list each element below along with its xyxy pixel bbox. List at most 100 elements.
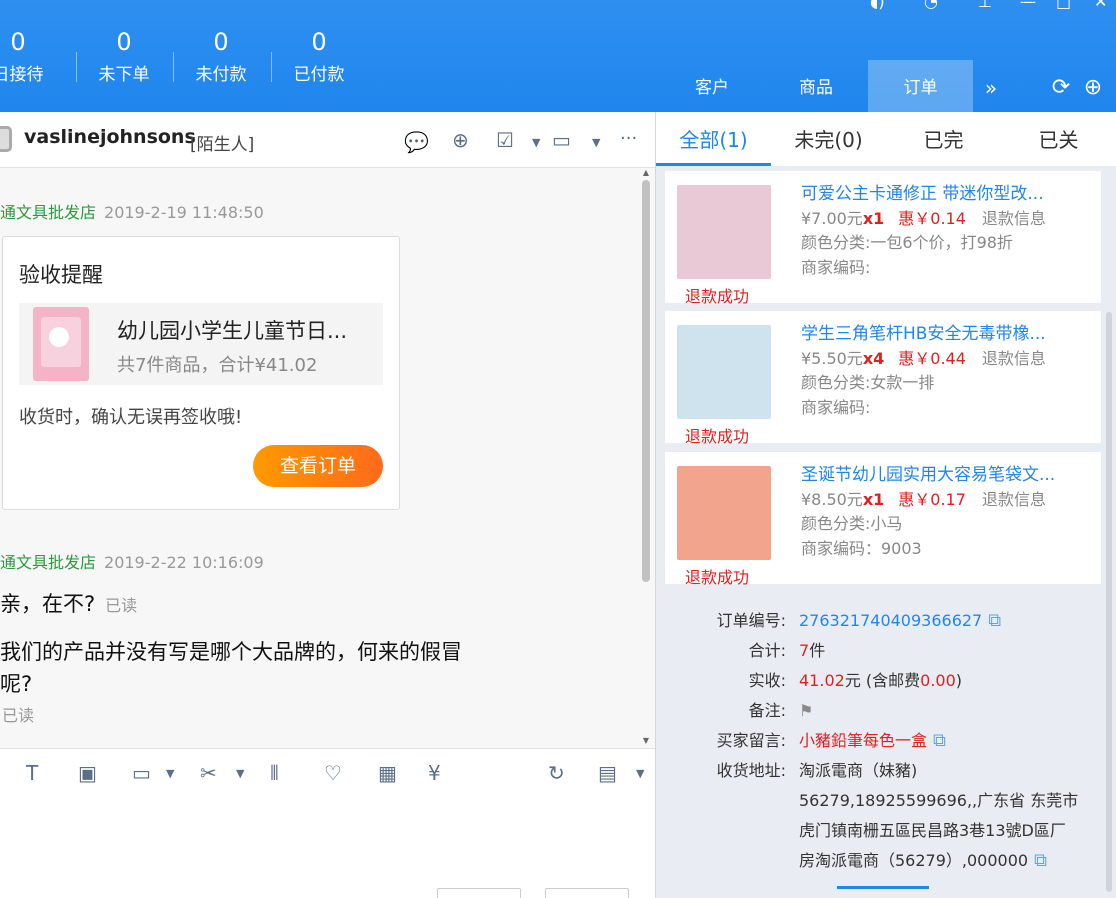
add-contact-icon[interactable]: ⊕	[452, 128, 469, 152]
minimize-icon[interactable]: —	[1020, 0, 1036, 10]
help-icon[interactable]: ◔	[924, 0, 938, 10]
buyer-message-label: 买家留言:	[716, 731, 786, 750]
discount: 惠￥0.44	[898, 349, 966, 368]
refund-status: 退款成功	[685, 427, 750, 446]
order-item[interactable]: 退款成功 可爱公主卡通修正 带迷你型改... ¥7.00元x1 惠￥0.14 退款信…	[665, 171, 1101, 306]
flag-icon[interactable]: ⚑	[799, 700, 813, 722]
quick-reply-icon[interactable]: ↻	[548, 761, 565, 785]
chevron-down-icon[interactable]: ▼	[592, 136, 600, 149]
tab-customer[interactable]: 客户	[664, 60, 760, 112]
message-content: 亲，在不?	[0, 592, 96, 616]
scroll-up-icon[interactable]: ▲	[641, 168, 651, 178]
product-name-link[interactable]: 可爱公主卡通修正 带迷你型改...	[801, 179, 1091, 204]
message-meta: 通文具批发店 2019-2-22 10:16:09	[0, 552, 264, 574]
more-icon[interactable]: ···	[620, 128, 637, 149]
chevron-down-icon[interactable]: ▼	[636, 767, 644, 780]
refund-info-link[interactable]: 退款信息	[982, 349, 1046, 368]
chevron-down-icon[interactable]: ▼	[236, 767, 244, 780]
plus-circle-icon[interactable]: ⊕	[1078, 60, 1108, 112]
stat-unpaid[interactable]: 0 未付款	[173, 28, 269, 86]
merchant-code: 商家编码:	[801, 398, 871, 417]
product-thumbnail	[677, 466, 771, 560]
shake-icon[interactable]: ⦀	[270, 761, 279, 785]
stat-daily-reception[interactable]: 0 日接待	[0, 28, 66, 86]
chat-bubble-icon[interactable]: 💬	[404, 130, 429, 154]
folder-icon[interactable]: ▭	[132, 761, 151, 785]
order-item[interactable]: 退款成功 学生三角笔杆HB安全无毒带橡... ¥5.50元x4 惠￥0.44 退款信…	[665, 311, 1101, 446]
product-name-link[interactable]: 圣诞节幼儿园实用大容易笔袋文...	[801, 460, 1091, 485]
pin-icon[interactable]: ⊥	[978, 0, 992, 10]
merchant-code: 商家编码:	[801, 258, 871, 277]
product-thumbnail	[677, 325, 771, 419]
address-label: 收货地址:	[716, 761, 786, 780]
order-item[interactable]: 退款成功 圣诞节幼儿园实用大容易笔袋文... ¥8.50元x1 惠￥0.17 退款信…	[665, 452, 1101, 587]
copy-icon[interactable]: ⧉	[933, 730, 946, 752]
close-chat-button[interactable]	[437, 888, 521, 898]
buyer-message: 小豬鉛筆每色一盒 ⧉	[799, 730, 946, 752]
paid-label: 实收:	[748, 671, 786, 690]
coupon-icon[interactable]: ¥	[428, 761, 441, 785]
send-button[interactable]	[545, 888, 629, 898]
history-icon[interactable]: ▤	[598, 761, 617, 785]
stat-paid[interactable]: 0 已付款	[271, 28, 367, 86]
order-filter-tabs: 全部(1) 未完(0) 已完 已关	[656, 112, 1116, 166]
refresh-icon[interactable]: ⟳	[1046, 60, 1076, 112]
message-content-line: 我们的产品并没有写是哪个大品牌的，何来的假冒	[0, 640, 462, 664]
chat-scrollbar[interactable]: ▲ ▼	[641, 168, 651, 748]
address-line: 56279,18925599696,,广东省 东莞市	[799, 791, 1079, 810]
paid-unit: 元 (含邮费	[844, 671, 921, 690]
refund-info-link[interactable]: 退款信息	[982, 209, 1046, 228]
heart-icon[interactable]: ♡	[324, 761, 342, 785]
message-time: 2019-2-19 11:48:50	[104, 203, 264, 222]
stat-label: 未付款	[195, 65, 247, 85]
view-order-button[interactable]: 查看订单	[253, 445, 383, 487]
tab-product[interactable]: 商品	[768, 60, 864, 112]
image-icon[interactable]: ▣	[78, 761, 97, 785]
tab-finished[interactable]: 已完	[886, 112, 1001, 166]
chat-toolbar: T ▣ ▭ ▼ ✂ ▼ ⦀ ♡ ▦ ¥ ↻ ▤ ▼	[0, 748, 655, 800]
tab-closed[interactable]: 已关	[1001, 112, 1116, 166]
product-thumbnail	[677, 185, 771, 279]
price-line: ¥5.50元x4 惠￥0.44 退款信息	[801, 345, 1046, 369]
avatar[interactable]	[0, 126, 12, 152]
sound-icon[interactable]: ◖)	[870, 0, 885, 10]
refund-status: 退款成功	[685, 568, 750, 587]
unit-price: ¥7.00元	[801, 209, 863, 228]
scroll-thumb[interactable]	[642, 180, 650, 582]
close-icon[interactable]: ✕	[1094, 0, 1107, 10]
total-value: 7件	[799, 640, 825, 662]
video-icon[interactable]: ▭	[552, 128, 571, 152]
tab-order[interactable]: 订单	[868, 60, 973, 112]
task-icon[interactable]: ☑	[496, 128, 514, 152]
message-text: 我们的产品并没有写是哪个大品牌的，何来的假冒 呢?	[0, 636, 462, 700]
stat-value: 0	[213, 28, 229, 56]
card-product-item[interactable]: 幼儿园小学生儿童节日... 共7件商品，合计¥41.02	[19, 303, 383, 385]
tab-unfinished[interactable]: 未完(0)	[771, 112, 886, 166]
message-input[interactable]	[0, 800, 655, 898]
chevron-down-icon[interactable]: ▼	[532, 136, 540, 149]
quantity: x4	[862, 349, 885, 368]
scissors-icon[interactable]: ✂	[200, 761, 217, 785]
contact-name[interactable]: vaslinejohnsons	[24, 126, 196, 148]
product-name-link[interactable]: 学生三角笔杆HB安全无毒带橡...	[801, 319, 1091, 344]
stat-not-ordered[interactable]: 0 未下单	[76, 28, 172, 86]
double-chevron-right-icon[interactable]: »	[978, 60, 1004, 112]
font-icon[interactable]: T	[26, 761, 38, 785]
quantity: x1	[862, 209, 885, 228]
stat-label: 未下单	[98, 65, 150, 85]
copy-icon[interactable]: ⧉	[1034, 850, 1047, 872]
merchant-code: 商家编码：9003	[801, 539, 922, 558]
price-line: ¥7.00元x1 惠￥0.14 退款信息	[801, 205, 1046, 229]
copy-icon[interactable]: ⧉	[988, 610, 1001, 632]
chevron-down-icon[interactable]: ▼	[166, 767, 174, 780]
order-number-value[interactable]: 276321740409366627	[799, 611, 982, 630]
chat-header: vaslinejohnsons [陌生人] 💬 ⊕ ☑ ▼ ▭ ▼ ···	[0, 112, 655, 168]
maximize-icon[interactable]: □	[1056, 0, 1071, 10]
order-panel-scrollbar[interactable]	[1106, 312, 1112, 892]
contact-tag: [陌生人]	[190, 135, 255, 155]
scroll-down-icon[interactable]: ▼	[641, 736, 651, 746]
refund-info-link[interactable]: 退款信息	[982, 490, 1046, 509]
chat-messages[interactable]: 通文具批发店 2019-2-19 11:48:50 验收提醒 幼儿园小学生儿童节日…	[0, 168, 655, 748]
calculator-icon[interactable]: ▦	[378, 761, 397, 785]
tab-all[interactable]: 全部(1)	[656, 112, 771, 166]
